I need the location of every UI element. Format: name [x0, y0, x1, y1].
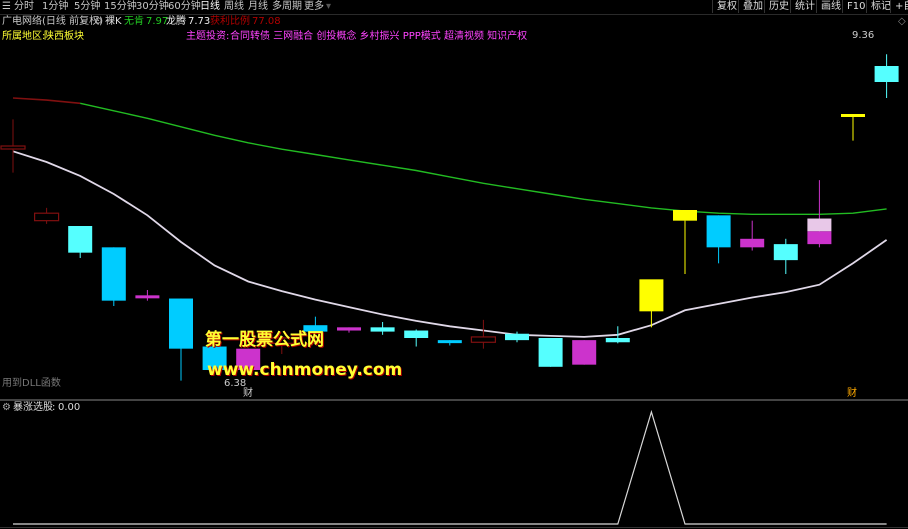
candle-body	[68, 226, 93, 253]
candle-4	[135, 290, 160, 301]
candle-body	[0, 145, 26, 150]
candle-22	[740, 220, 765, 251]
overlay-button[interactable]: 叠加	[738, 0, 767, 13]
indicator-name: 裸K	[105, 16, 122, 27]
candle-body	[639, 279, 664, 312]
tab-30min[interactable]: 30分钟	[136, 1, 169, 13]
candle-body	[740, 238, 765, 248]
candle-body	[470, 336, 496, 343]
tab-5min[interactable]: 5分钟	[74, 1, 100, 13]
candlestick-chart[interactable]	[0, 14, 908, 400]
candle-body	[101, 247, 126, 301]
sub-gear-icon[interactable]: ⚙	[2, 402, 11, 414]
candle-body-bottom	[807, 231, 832, 245]
tab-weekly[interactable]: 周线	[224, 1, 244, 13]
tab-60min[interactable]: 60分钟	[168, 1, 201, 13]
candle-25	[841, 114, 865, 141]
sub-value: 0.00	[58, 402, 81, 413]
ma-line-green	[80, 102, 887, 216]
candle-2	[68, 226, 93, 258]
statistics-button[interactable]: 统计	[790, 0, 819, 13]
tab-daily[interactable]: 日线	[200, 1, 220, 13]
candle-body	[33, 212, 60, 222]
value-c: 77.08	[252, 16, 281, 27]
label-a: 无肯	[124, 16, 144, 27]
candle-12	[404, 329, 429, 347]
candle-body	[437, 340, 462, 344]
tab-multi-period[interactable]: 多周期	[272, 1, 302, 13]
candle-body	[841, 114, 865, 117]
sub-indicator-panel[interactable]	[0, 400, 908, 529]
candle-body	[404, 330, 429, 338]
region-label: 所属地区:	[2, 31, 46, 42]
candle-23	[773, 238, 798, 274]
tab-monthly[interactable]: 月线	[248, 1, 268, 13]
candle-13	[437, 340, 462, 346]
theme-value: 合同转债 三网融合 创投概念 乡村振兴 PPP模式 超清视频 知识产权	[230, 31, 528, 42]
period-toolbar: ☰ 分时 1分钟 5分钟 15分钟 30分钟 60分钟 日线 周线 月线 多周期…	[0, 0, 908, 15]
candle-20	[673, 210, 697, 274]
candle-26	[874, 54, 899, 98]
label-b: 龙腾	[166, 16, 186, 27]
dll-note: 用到DLL函数	[2, 378, 61, 389]
candle-body	[538, 338, 563, 367]
candle-21	[706, 215, 731, 264]
tab-15min[interactable]: 15分钟	[104, 1, 137, 13]
candle-body	[370, 327, 395, 332]
more-chevron-icon[interactable]: ▾	[326, 1, 331, 13]
tab-1min[interactable]: 1分钟	[42, 1, 68, 13]
history-button[interactable]: 历史	[764, 0, 793, 13]
watermark-url: www.chnmoney.com	[207, 360, 403, 380]
finance-marker-left[interactable]: 财	[243, 388, 253, 400]
finance-marker-right[interactable]: 财	[847, 388, 857, 400]
candle-body	[874, 66, 899, 82]
theme-label: 主题投资:	[186, 31, 230, 42]
watermark-title: 第一股票公式网	[205, 330, 324, 350]
label-c: 获利比例	[210, 16, 250, 27]
value-a: 7.97	[146, 16, 169, 27]
stock-name: 广电网络(日线 前复权)	[2, 16, 103, 27]
candle-body	[706, 215, 731, 248]
tab-more[interactable]: 更多	[304, 1, 324, 13]
candle-5	[169, 298, 193, 381]
candle-body	[505, 333, 529, 341]
candle-body	[337, 327, 361, 331]
sub-title: 暴涨选股	[13, 402, 53, 413]
candle-0	[0, 119, 26, 173]
candle-16	[538, 338, 563, 367]
candle-17	[572, 340, 597, 365]
region-value: 陕西板块	[44, 31, 84, 42]
value-b: 7.73	[188, 16, 211, 27]
candle-1	[33, 207, 60, 224]
tab-fenshi[interactable]: 分时	[14, 1, 34, 13]
candle-3	[101, 247, 126, 306]
candle-body-top	[807, 218, 832, 232]
sub-indicator-line	[13, 409, 887, 525]
draw-line-button[interactable]: 画线	[816, 0, 845, 13]
candle-19	[639, 279, 664, 328]
candle-body	[673, 210, 697, 221]
candle-body	[135, 295, 160, 299]
high-price-label: 9.36	[852, 30, 875, 41]
candle-10	[337, 327, 361, 333]
ma-line-dark-segment	[12, 97, 81, 105]
candle-body	[773, 244, 798, 261]
sub-separator: :	[52, 402, 56, 413]
candle-14	[470, 319, 496, 349]
menu-icon[interactable]: ☰	[2, 1, 11, 13]
candle-body	[605, 338, 630, 343]
add-self-button[interactable]: +自	[890, 0, 908, 13]
candle-11	[370, 322, 395, 335]
fuquan-button[interactable]: 复权	[712, 0, 741, 13]
candle-body	[572, 340, 597, 365]
indicator-gear-icon[interactable]: ⚙	[94, 16, 103, 28]
candle-body	[169, 298, 193, 349]
diamond-icon[interactable]: ◇	[898, 16, 906, 28]
